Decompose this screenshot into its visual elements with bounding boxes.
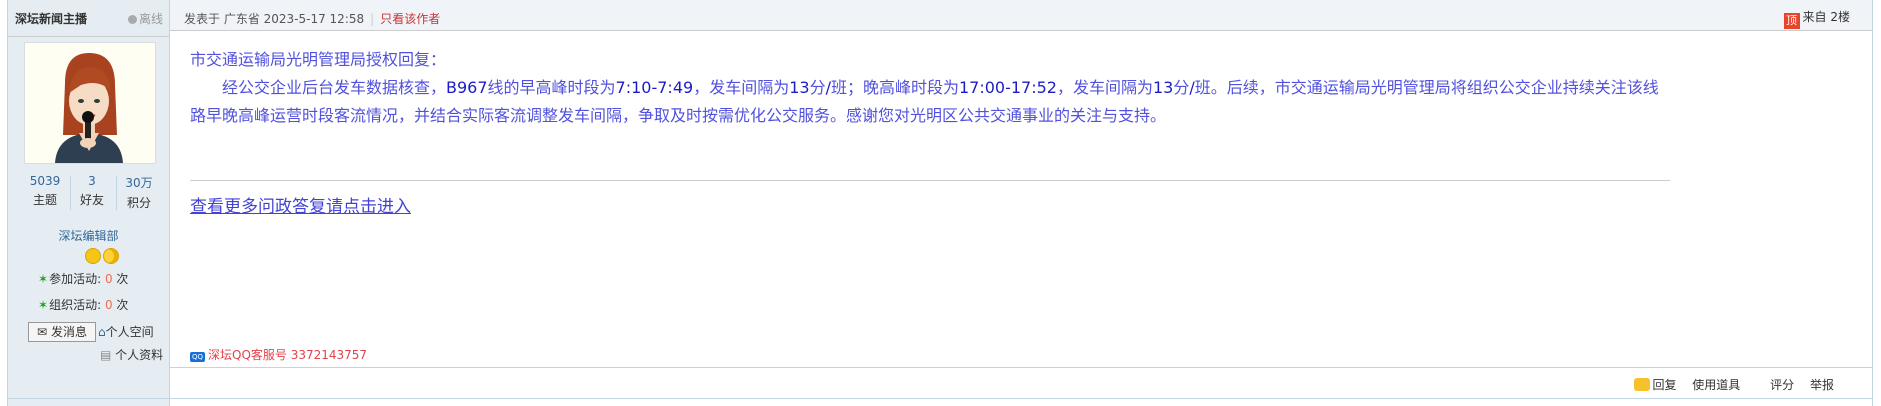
qq-service[interactable]: QQ 深坛QQ客服号 3372143757 bbox=[190, 346, 367, 363]
user-group[interactable]: 深坛编辑部 bbox=[8, 227, 169, 244]
post-actions: 回复 使用道具 评分 举报 bbox=[1622, 376, 1834, 393]
stat-points-value: 30万 bbox=[125, 176, 153, 190]
body-text: ，发车间隔为 bbox=[693, 78, 790, 97]
online-status-label: 离线 bbox=[138, 12, 163, 26]
moon-medal-icon[interactable] bbox=[103, 248, 119, 264]
online-status: 离线 bbox=[127, 10, 163, 27]
top-icon[interactable]: 顶 bbox=[1783, 13, 1800, 29]
stat-friends-label: 好友 bbox=[79, 193, 104, 207]
org-activity-count: 0 bbox=[104, 298, 113, 312]
report-button[interactable]: 举报 bbox=[1810, 378, 1834, 392]
body-text: 班；晚高峰时段为 bbox=[830, 78, 959, 97]
post-content: 市交通运输局光明管理局授权回复： 经公交企业后台发车数据核查，B967线的早高峰… bbox=[190, 46, 1670, 130]
morning-peak-time: 7:10-7:49 bbox=[615, 78, 694, 97]
profile-label: 个人资料 bbox=[115, 348, 164, 362]
author-header: 深坛新闻主播 离线 bbox=[8, 0, 169, 37]
post-meta: 发表于 广东省 2023-5-17 12:58 | 只看该作者 bbox=[184, 10, 440, 27]
body-text: 分 bbox=[1173, 78, 1190, 97]
body-text: 分 bbox=[809, 78, 826, 97]
post-header: 发表于 广东省 2023-5-17 12:58 | 只看该作者 顶来自 2楼 bbox=[170, 0, 1872, 31]
use-tool-button[interactable]: 使用道具 bbox=[1692, 378, 1740, 392]
medals bbox=[85, 248, 121, 264]
reply-button[interactable]: 回复 bbox=[1634, 378, 1676, 392]
reply-body: 经公交企业后台发车数据核查，B967线的早高峰时段为7:10-7:49，发车间隔… bbox=[190, 74, 1670, 130]
stat-topics-value: 5039 bbox=[29, 174, 61, 188]
reply-title: 市交通运输局光明管理局授权回复： bbox=[190, 50, 447, 69]
join-activity-count: 0 bbox=[104, 272, 113, 286]
body-text: ，发车间隔为 bbox=[1056, 78, 1153, 97]
runner-icon: ✶ bbox=[38, 272, 49, 286]
stat-topics-label: 主题 bbox=[32, 193, 57, 207]
stat-friends-value: 3 bbox=[88, 174, 96, 188]
runner-icon: ✶ bbox=[38, 298, 49, 312]
profile-link[interactable]: ▤ 个人资料 bbox=[100, 346, 163, 363]
personal-space-label: 个人空间 bbox=[105, 325, 154, 339]
interval-value: 13 bbox=[789, 78, 810, 97]
org-activity: ✶组织活动: 0 次 bbox=[38, 296, 128, 313]
org-activity-suffix: 次 bbox=[116, 298, 129, 312]
stat-topics[interactable]: 5039 主题 bbox=[22, 174, 68, 208]
route-number: B967 bbox=[446, 78, 488, 97]
stat-points-label: 积分 bbox=[126, 196, 151, 210]
floor-label[interactable]: 来自 2楼 bbox=[1803, 10, 1850, 24]
qq-service-label: 深坛QQ客服号 3372143757 bbox=[208, 348, 368, 362]
sun-medal-icon[interactable] bbox=[85, 248, 101, 264]
send-message-button[interactable]: ✉ 发消息 bbox=[28, 322, 96, 342]
author-sidebar: 深坛新闻主播 离线 5039 主题 3 好友 30万 积分 深坛编辑部 ✶参加活… bbox=[8, 0, 170, 406]
reply-label: 回复 bbox=[1652, 378, 1677, 392]
content-divider bbox=[190, 180, 1670, 181]
avatar[interactable] bbox=[24, 42, 156, 164]
post-date: 发表于 广东省 2023-5-17 12:58 bbox=[184, 12, 365, 26]
rate-button[interactable]: 评分 bbox=[1770, 378, 1794, 392]
stat-friends[interactable]: 3 好友 bbox=[69, 174, 115, 208]
send-message-label: 发消息 bbox=[50, 325, 87, 339]
post-container: 深坛新闻主播 离线 5039 主题 3 好友 30万 积分 深坛编辑部 ✶参加活… bbox=[0, 0, 1881, 406]
author-stats: 5039 主题 3 好友 30万 积分 bbox=[22, 174, 162, 212]
meta-divider: | bbox=[370, 12, 375, 26]
floor-indicator: 顶来自 2楼 bbox=[1783, 8, 1850, 29]
join-activity: ✶参加活动: 0 次 bbox=[38, 270, 128, 287]
post-actions-bar: 回复 使用道具 评分 举报 bbox=[170, 367, 1872, 396]
personal-space-link[interactable]: ⌂个人空间 bbox=[98, 323, 154, 340]
qq-icon: QQ bbox=[190, 352, 205, 362]
org-activity-label: 组织活动: bbox=[49, 298, 102, 312]
author-name[interactable]: 深坛新闻主播 bbox=[15, 10, 87, 27]
chat-bubble-icon bbox=[1634, 378, 1651, 391]
home-icon: ⌂ bbox=[98, 325, 106, 339]
avatar-image bbox=[25, 43, 155, 163]
stat-points[interactable]: 30万 积分 bbox=[116, 174, 162, 211]
join-activity-label: 参加活动: bbox=[49, 272, 102, 286]
body-text: 线的早高峰时段为 bbox=[487, 78, 616, 97]
body-text: 经公交企业后台发车数据核查， bbox=[222, 78, 447, 97]
offline-icon bbox=[127, 15, 137, 24]
document-icon: ▤ bbox=[100, 348, 112, 362]
bottom-border bbox=[7, 398, 1873, 399]
more-replies-link[interactable]: 查看更多问政答复请点击进入 bbox=[190, 192, 411, 217]
evening-peak-time: 17:00-17:52 bbox=[958, 78, 1057, 97]
join-activity-suffix: 次 bbox=[116, 272, 129, 286]
only-author-link[interactable]: 只看该作者 bbox=[380, 12, 440, 26]
envelope-icon: ✉ bbox=[37, 325, 48, 339]
interval-value: 13 bbox=[1153, 78, 1174, 97]
